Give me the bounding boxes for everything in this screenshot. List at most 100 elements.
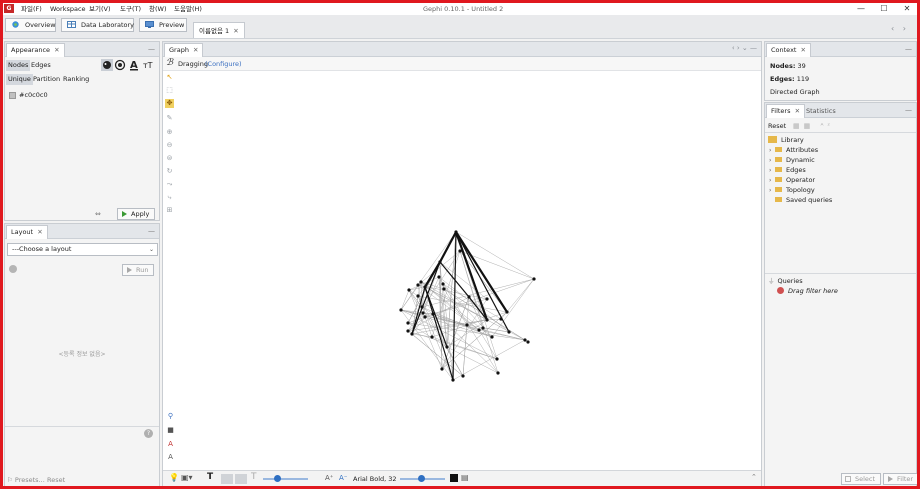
layout-close-icon[interactable]: ✕ [37,228,42,236]
graph-node[interactable] [423,315,427,319]
palette-icon[interactable] [101,59,113,71]
overview-button[interactable]: Overview [5,18,56,32]
grid-icon[interactable]: ⊞ [165,206,174,215]
graph-node[interactable] [420,305,424,309]
filters-reset-button[interactable]: Reset [768,122,786,130]
screenshot-icon[interactable]: ▣▾ [181,473,193,482]
filter-category-attributes[interactable]: › Attributes [769,145,818,155]
font-label[interactable]: Arial Bold, 32 [353,475,397,483]
graph-node[interactable] [438,260,442,264]
graph-node[interactable] [507,330,511,334]
tab-ranking[interactable]: Ranking [61,74,91,85]
lightbulb-icon[interactable]: 💡 [169,473,179,482]
text-size-icon[interactable]: A [166,453,175,462]
drag-icon[interactable]: ✥ [165,99,174,108]
search-icon[interactable]: ⚲ [166,412,175,421]
edge-pencil-icon[interactable]: ⤳ [165,180,174,189]
graph-node[interactable] [445,345,449,349]
graph-node[interactable] [496,371,500,375]
layout-select[interactable]: ---Choose a layout ⌄ [7,243,158,256]
appearance-minimize-icon[interactable]: — [148,45,155,53]
graph-node[interactable] [477,328,481,332]
apply-button[interactable]: Apply [117,208,156,220]
graph-node[interactable] [526,340,530,344]
edge-labels-icon[interactable] [221,474,233,484]
scale-slider-thumb[interactable] [418,475,425,482]
help-icon[interactable]: ? [144,429,153,438]
filter-category-topology[interactable]: › Topology [769,185,815,195]
tab-edges[interactable]: Edges [29,60,53,71]
graph-node[interactable] [485,297,489,301]
label-attributes-icon[interactable]: ▤ [461,473,469,482]
preview-button[interactable]: Preview [139,18,187,32]
tab-unique[interactable]: Unique [6,74,33,85]
graph-node[interactable] [505,310,509,314]
graph-node[interactable] [442,287,446,291]
background-color-icon[interactable]: ■ [166,426,175,435]
project-tab[interactable]: 이름없음 1 ✕ [193,22,245,38]
info-icon[interactable] [9,265,17,273]
graph-node[interactable] [461,374,465,378]
tab-filters[interactable]: Filters ✕ [766,104,806,118]
font-size-up-button[interactable]: A⁺ [325,474,333,482]
minimize-window-button[interactable]: — [852,3,870,14]
tab-statistics[interactable]: Statistics [801,104,841,118]
context-close-icon[interactable]: ✕ [801,46,806,54]
workspace-nav-arrows[interactable]: ‹ › [891,24,909,33]
node-pencil-icon[interactable]: ⤷ [165,193,174,202]
graph-node[interactable] [430,335,434,339]
menu-tools[interactable]: 도구(T) [120,4,141,14]
menu-file[interactable]: 파일(F) [21,4,42,14]
menu-window[interactable]: 창(W) [149,4,166,14]
close-window-button[interactable]: ✕ [898,3,916,14]
graph-node[interactable] [499,317,503,321]
color-swatch[interactable] [9,92,16,99]
graph-node[interactable] [431,312,435,316]
cursor-icon[interactable]: ↖ [165,73,174,82]
graph-node[interactable] [407,288,411,292]
auto-apply-icon[interactable]: ⇔ [95,210,101,218]
configure-link[interactable]: (Configure) [205,60,242,68]
graph-node[interactable] [485,318,489,322]
graph-node[interactable] [406,321,410,325]
tab-nodes[interactable]: Nodes [6,60,31,71]
context-minimize-icon[interactable]: — [905,45,912,53]
painter-icon[interactable]: ✎ [165,114,174,123]
graph-node[interactable] [490,335,494,339]
graph-node[interactable] [441,282,445,286]
graph-node[interactable] [419,280,423,284]
tab-context[interactable]: Context ✕ [766,43,811,57]
tab-appearance[interactable]: Appearance ✕ [6,43,65,57]
size-icon[interactable] [114,59,126,71]
label-size-icon[interactable]: ᴛT [143,61,153,70]
graph-node[interactable] [467,295,471,299]
show-labels-icon[interactable]: T [207,472,213,482]
filter-category-operator[interactable]: › Operator [769,175,815,185]
graph-node[interactable] [532,277,536,281]
menu-view[interactable]: 보기(V) [89,4,110,14]
graph-node[interactable] [399,308,403,312]
graph-node[interactable] [437,275,441,279]
label-size-mode-icon[interactable]: T [251,472,257,482]
graph-node[interactable] [416,294,420,298]
graph-node[interactable] [458,249,462,253]
graph-node[interactable] [523,338,527,342]
rectangle-select-icon[interactable]: ⬚ [165,86,174,95]
graph-node[interactable] [454,230,458,234]
label-size-slider-thumb[interactable] [274,475,281,482]
filters-toolbar-icons[interactable]: ▦▦ ᴬᶻ [793,122,834,130]
graph-node[interactable] [406,329,410,333]
presets-button[interactable]: ⚐ Presets... [7,476,45,484]
rotate-icon[interactable]: ↻ [165,167,174,176]
reset-layout-button[interactable]: Reset [47,476,65,484]
graph-node[interactable] [481,326,485,330]
expand-toolbar-icon[interactable]: ⌃ [751,473,757,481]
graph-node[interactable] [416,283,420,287]
filter-category-dynamic[interactable]: › Dynamic [769,155,815,165]
label-color-icon[interactable]: A [130,60,138,71]
label-color-swatch[interactable] [450,474,458,482]
graph-node[interactable] [410,332,414,336]
filters-minimize-icon[interactable]: — [905,106,912,114]
layout-minimize-icon[interactable]: — [148,227,155,235]
graph-node[interactable] [451,378,455,382]
